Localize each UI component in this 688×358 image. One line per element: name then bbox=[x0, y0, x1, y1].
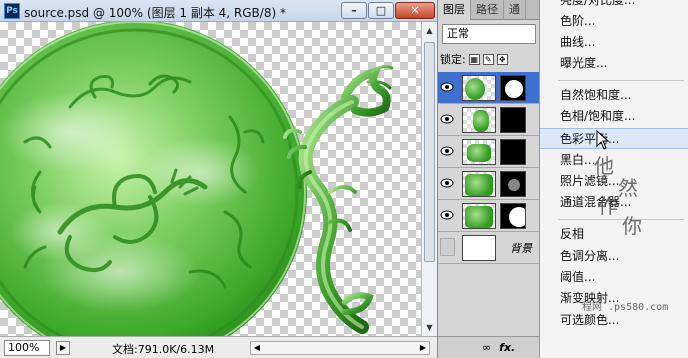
panel-tabs: 图层 路径 通 bbox=[438, 0, 540, 20]
menu-item-invert[interactable]: 反相 bbox=[540, 224, 688, 245]
menu-item-vibrance[interactable]: 自然饱和度... bbox=[540, 85, 688, 106]
lock-brush-icon[interactable]: ✎ bbox=[482, 53, 494, 65]
pointer-cursor-icon bbox=[596, 130, 610, 150]
menu-item-posterize[interactable]: 色调分离... bbox=[540, 246, 688, 267]
menu-item-threshold[interactable]: 阈值... bbox=[540, 267, 688, 288]
layer-thumbnail bbox=[462, 107, 496, 133]
lock-label: 锁定: bbox=[440, 53, 466, 66]
eye-icon[interactable] bbox=[440, 145, 454, 157]
minimize-icon: – bbox=[351, 4, 357, 17]
photoshop-icon: Ps bbox=[4, 3, 20, 19]
eye-icon[interactable] bbox=[440, 81, 454, 93]
panel-footer: ∞ fx. bbox=[438, 336, 540, 358]
layer-row[interactable] bbox=[438, 104, 540, 136]
scroll-left-icon[interactable]: ◀ bbox=[251, 342, 263, 354]
layer-thumbnail bbox=[462, 235, 496, 261]
layer-thumbnail bbox=[462, 75, 496, 101]
layer-thumbnail bbox=[462, 203, 496, 229]
menu-item-color-balance[interactable]: 色彩平衡... bbox=[540, 128, 688, 149]
close-button[interactable]: ✕ bbox=[395, 2, 435, 19]
menu-item-curves[interactable]: 曲线... bbox=[540, 32, 688, 53]
menu-item-brightness-contrast[interactable]: 亮度/对比度... bbox=[540, 0, 688, 11]
document-titlebar[interactable]: Ps source.psd @ 100% (图层 1 副本 4, RGB/8) … bbox=[0, 0, 437, 22]
menu-separator bbox=[558, 219, 684, 220]
canvas[interactable] bbox=[0, 22, 421, 336]
layer-row[interactable] bbox=[438, 72, 540, 104]
scroll-down-icon[interactable]: ▼ bbox=[424, 322, 435, 333]
menu-item-exposure[interactable]: 曝光度... bbox=[540, 53, 688, 74]
layer-mask-thumbnail[interactable] bbox=[500, 203, 526, 229]
layer-row-background[interactable]: 背景 bbox=[438, 232, 540, 264]
window-controls: – □ ✕ bbox=[341, 2, 435, 19]
scroll-up-icon[interactable]: ▲ bbox=[424, 25, 435, 36]
blend-mode-select[interactable]: 正常 bbox=[442, 24, 536, 44]
menu-item-selective-color[interactable]: 可选颜色... bbox=[540, 310, 688, 331]
layer-row[interactable] bbox=[438, 168, 540, 200]
eye-icon[interactable] bbox=[440, 177, 454, 189]
lock-transparency-icon[interactable]: ▦ bbox=[468, 53, 480, 65]
menu-separator bbox=[558, 80, 684, 81]
fx-icon[interactable]: fx. bbox=[499, 341, 515, 354]
link-icon[interactable]: ∞ bbox=[482, 341, 491, 354]
layer-mask-thumbnail[interactable] bbox=[500, 171, 526, 197]
layer-thumbnail bbox=[462, 171, 496, 197]
restore-button[interactable]: □ bbox=[368, 2, 394, 19]
eye-icon[interactable] bbox=[440, 209, 454, 221]
layer-mask-thumbnail[interactable] bbox=[500, 139, 526, 165]
layers-list: 背景 bbox=[438, 72, 540, 264]
menu-item-gradient-map[interactable]: 渐变映射... bbox=[540, 288, 688, 309]
menu-item-hue-saturation[interactable]: 色相/饱和度... bbox=[540, 106, 688, 127]
eye-icon[interactable] bbox=[440, 113, 454, 125]
menu-item-channel-mixer[interactable]: 通道混合器... bbox=[540, 192, 688, 213]
minimize-button[interactable]: – bbox=[341, 2, 367, 19]
lock-row: 锁定: ▦ ✎ ✥ bbox=[440, 50, 540, 68]
visibility-toggle[interactable] bbox=[440, 238, 455, 256]
layer-row[interactable] bbox=[438, 200, 540, 232]
vertical-scrollbar[interactable]: ▲ ▼ bbox=[421, 22, 437, 336]
document-size-info: 文档:791.0K/6.13M bbox=[112, 343, 215, 356]
tab-paths[interactable]: 路径 bbox=[471, 0, 504, 20]
menu-item-black-white[interactable]: 黑白... bbox=[540, 150, 688, 171]
layer-thumbnail bbox=[462, 139, 496, 165]
lock-move-icon[interactable]: ✥ bbox=[496, 53, 508, 65]
scroll-right-icon[interactable]: ▶ bbox=[417, 342, 429, 354]
zoom-field[interactable]: 100% bbox=[4, 340, 50, 356]
document-title: source.psd @ 100% (图层 1 副本 4, RGB/8) * bbox=[24, 6, 286, 20]
menu-item-photo-filter[interactable]: 照片滤镜... bbox=[540, 171, 688, 192]
close-icon: ✕ bbox=[410, 4, 420, 17]
menu-item-levels[interactable]: 色阶... bbox=[540, 11, 688, 32]
layer-mask-thumbnail[interactable] bbox=[500, 75, 526, 101]
status-bar: 100% ▶ 文档:791.0K/6.13M ◀ ▶ bbox=[0, 336, 437, 358]
status-menu-icon[interactable]: ▶ bbox=[56, 341, 70, 355]
adjustment-menu: 亮度/对比度... 色阶... 曲线... 曝光度... 自然饱和度... 色相… bbox=[539, 0, 688, 358]
layer-name: 背景 bbox=[510, 242, 532, 255]
document-window: Ps source.psd @ 100% (图层 1 副本 4, RGB/8) … bbox=[0, 0, 437, 358]
restore-icon: □ bbox=[375, 4, 387, 17]
tab-layers[interactable]: 图层 bbox=[438, 0, 471, 20]
layer-mask-thumbnail[interactable] bbox=[500, 107, 526, 133]
jade-disc bbox=[0, 22, 307, 336]
canvas-artwork bbox=[0, 22, 394, 336]
horizontal-scrollbar[interactable]: ◀ ▶ bbox=[250, 341, 430, 355]
layer-row[interactable] bbox=[438, 136, 540, 168]
scroll-thumb[interactable] bbox=[424, 42, 435, 262]
tab-channels[interactable]: 通 bbox=[504, 0, 526, 20]
layers-panel: 图层 路径 通 正常 锁定: ▦ ✎ ✥ 背景 ∞ fx. bbox=[437, 0, 540, 358]
